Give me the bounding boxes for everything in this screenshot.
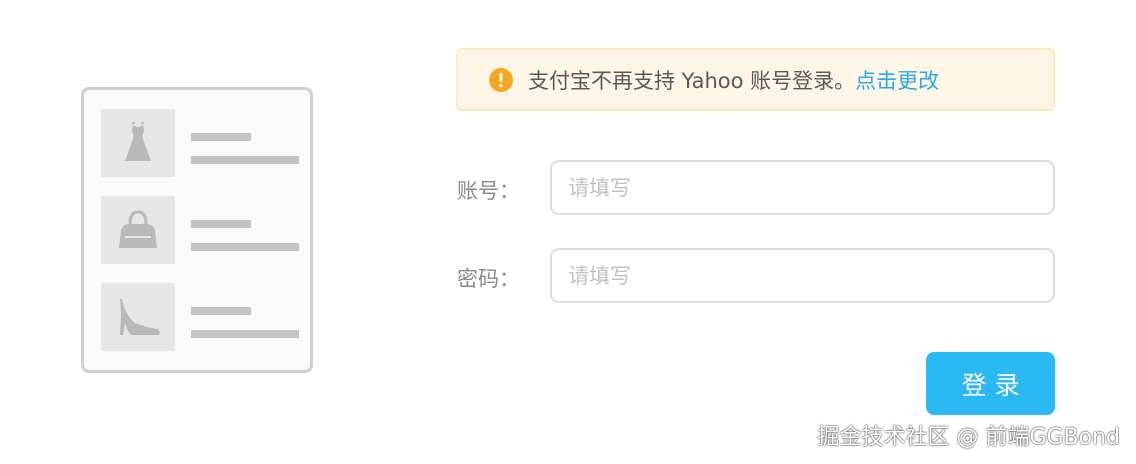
password-label: 密码：: [457, 267, 520, 291]
handbag-icon: [101, 196, 175, 264]
password-input[interactable]: [550, 248, 1055, 303]
warning-icon: [489, 67, 513, 92]
login-page: 支付宝不再支持 Yahoo 账号登录。 点击更改 账号： 密码： 登录 掘金技术…: [0, 0, 1136, 464]
item-desc-placeholder: [191, 156, 299, 164]
high-heel-icon: [101, 283, 175, 351]
account-label: 账号：: [457, 179, 520, 203]
change-link[interactable]: 点击更改: [855, 65, 939, 95]
item-title-placeholder: [191, 133, 251, 141]
item-desc-placeholder: [191, 243, 299, 251]
watermark: 掘金技术社区 @ 前端GGBond: [817, 425, 1120, 450]
item-desc-placeholder: [191, 330, 299, 338]
notice-text: 支付宝不再支持 Yahoo 账号登录。: [528, 68, 856, 93]
illustration-item-bag: [101, 196, 301, 264]
illustration-item-dress: [101, 109, 301, 177]
account-input[interactable]: [550, 160, 1055, 215]
login-button[interactable]: 登录: [926, 352, 1055, 415]
notice-banner: 支付宝不再支持 Yahoo 账号登录。 点击更改: [456, 48, 1055, 111]
product-list-illustration: [81, 87, 313, 373]
item-title-placeholder: [191, 220, 251, 228]
item-title-placeholder: [191, 307, 251, 315]
dress-icon: [101, 109, 175, 177]
illustration-item-shoe: [101, 283, 301, 351]
